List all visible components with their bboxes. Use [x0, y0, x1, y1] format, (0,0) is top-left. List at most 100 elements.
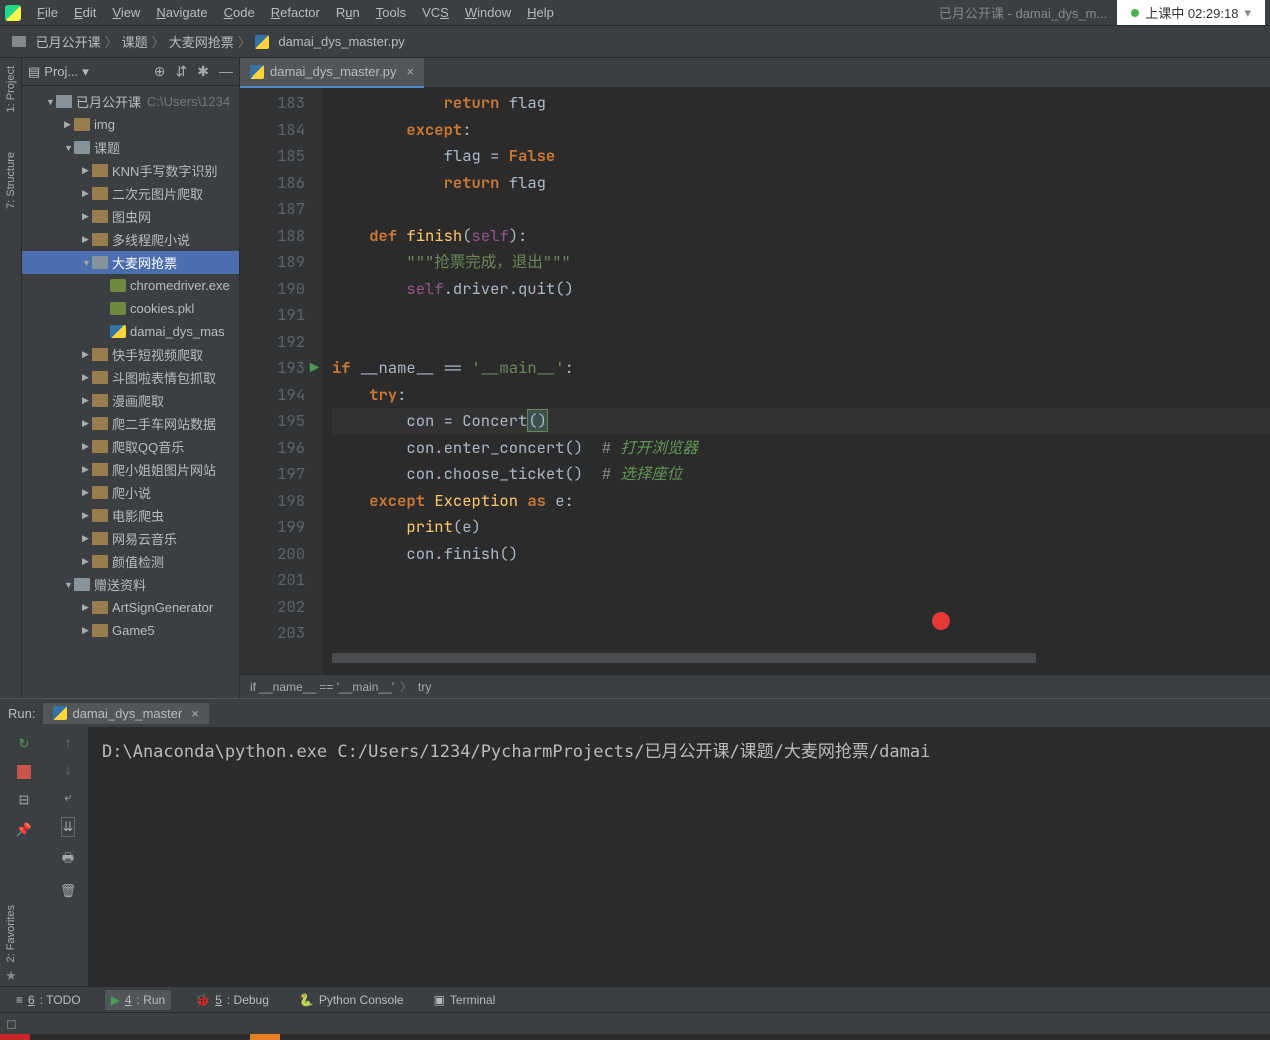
tree-item[interactable]: ▶多线程爬小说	[22, 228, 239, 251]
crumb-scope-2[interactable]: try	[418, 680, 431, 694]
status-text: 上课中 02:29:18	[1145, 3, 1238, 22]
menu-navigate[interactable]: Navigate	[148, 2, 215, 23]
minimize-icon[interactable]: —	[219, 63, 233, 80]
tree-item[interactable]: ▼大麦网抢票	[22, 251, 239, 274]
status-dot-icon	[1131, 9, 1139, 17]
code-editor[interactable]: 183184185186187188189190191192193▶194195…	[240, 88, 1270, 674]
statusbar: ◻	[0, 1012, 1270, 1034]
tree-item[interactable]: ▶快手短视频爬取	[22, 343, 239, 366]
tree-item[interactable]: ▼赠送资料	[22, 573, 239, 596]
editor-breadcrumb: if __name__ == '__main__' 〉 try	[240, 674, 1270, 698]
tree-item[interactable]: ▶img	[22, 113, 239, 136]
close-icon[interactable]: ×	[191, 706, 199, 721]
menu-refactor[interactable]: Refactor	[263, 2, 328, 23]
file-tab[interactable]: damai_dys_master.py ×	[240, 58, 424, 88]
menubar: File Edit View Navigate Code Refactor Ru…	[0, 0, 1270, 26]
tree-item[interactable]: ▶二次元图片爬取	[22, 182, 239, 205]
tree-item[interactable]: ▶ArtSignGenerator	[22, 596, 239, 619]
rail-favorites[interactable]: 2: Favorites	[5, 905, 17, 962]
project-view-selector[interactable]: ▤ Proj... ▾	[28, 64, 89, 80]
tree-item[interactable]: ▶爬小说	[22, 481, 239, 504]
crumb-1[interactable]: 课题	[122, 32, 148, 51]
tree-item[interactable]: ▼课题	[22, 136, 239, 159]
menu-code[interactable]: Code	[216, 2, 263, 23]
tree-item[interactable]: ▶爬取QQ音乐	[22, 435, 239, 458]
run-tab[interactable]: damai_dys_master ×	[43, 703, 208, 724]
run-controls-secondary: ↑ ↓ ⤶ ⇊ 🖶 🗑	[48, 727, 88, 986]
scroll-icon[interactable]: ⇊	[61, 817, 76, 837]
menu-view[interactable]: View	[104, 2, 148, 23]
bottom-tool-bar: ≡ 6: 6: TODOTODO ▶ 4: Run 🐞 5: Debug 🐍 P…	[0, 986, 1270, 1012]
tree-item[interactable]: ▶爬小姐姐图片网站	[22, 458, 239, 481]
tree-item[interactable]: ▶网易云音乐	[22, 527, 239, 550]
run-panel: Run: damai_dys_master × ↻ ⊟ 📌 ↑ ↓ ⤶ ⇊ 🖶 …	[0, 698, 1270, 986]
horizontal-scrollbar[interactable]	[332, 653, 1036, 663]
down-icon[interactable]: ↓	[65, 762, 72, 777]
window-title: 已月公开课 - damai_dys_m...	[929, 3, 1117, 22]
tab-todo[interactable]: ≡ 6: 6: TODOTODO	[10, 990, 87, 1010]
stop-icon[interactable]	[17, 765, 31, 779]
locate-icon[interactable]: ⊕	[154, 63, 166, 80]
project-panel: ▤ Proj... ▾ ⊕ ⇵ ✱ — ▼已月公开课C:\Users\1234▶…	[22, 58, 240, 698]
tab-terminal[interactable]: ▣ Terminal	[428, 990, 502, 1010]
taskbar-strip	[0, 1034, 1270, 1040]
tree-item[interactable]: ▶KNN手写数字识别	[22, 159, 239, 182]
menu-window[interactable]: Window	[457, 2, 519, 23]
menu-file[interactable]: File	[29, 2, 66, 23]
line-gutter: 183184185186187188189190191192193▶194195…	[240, 88, 324, 674]
menu-run[interactable]: Run	[328, 2, 368, 23]
editor-tabs: damai_dys_master.py ×	[240, 58, 1270, 88]
menu-vcs[interactable]: VCS	[414, 2, 457, 23]
chevron-down-icon: ▾	[1244, 5, 1251, 21]
run-label: Run:	[8, 706, 35, 721]
project-icon: ▤	[28, 64, 40, 80]
tab-run[interactable]: ▶ 4: Run	[105, 990, 172, 1010]
tree-item[interactable]: ▶颜值检测	[22, 550, 239, 573]
tab-debug[interactable]: 🐞 5: Debug	[189, 990, 275, 1010]
rail-structure[interactable]: 7: Structure	[5, 152, 17, 209]
tree-item[interactable]: damai_dys_mas	[22, 320, 239, 343]
crumb-3[interactable]: damai_dys_master.py	[255, 34, 405, 49]
tree-item[interactable]: ▶电影爬虫	[22, 504, 239, 527]
project-tree[interactable]: ▼已月公开课C:\Users\1234▶img▼课题▶KNN手写数字识别▶二次元…	[22, 86, 239, 698]
close-icon[interactable]: ×	[406, 64, 414, 79]
breadcrumb: 已月公开课 〉 课题 〉 大麦网抢票 〉 damai_dys_master.py	[0, 26, 1270, 58]
tab-label: damai_dys_master.py	[270, 64, 396, 79]
layout-icon[interactable]: ⊟	[15, 791, 33, 809]
tree-item[interactable]: cookies.pkl	[22, 297, 239, 320]
trash-icon[interactable]: 🗑	[60, 883, 77, 899]
menu-edit[interactable]: Edit	[66, 2, 104, 23]
collapse-icon[interactable]: ⇵	[176, 63, 188, 80]
tree-item[interactable]: ▶图虫网	[22, 205, 239, 228]
tree-item[interactable]: chromedriver.exe	[22, 274, 239, 297]
star-icon: ★	[5, 968, 17, 984]
tree-item[interactable]: ▶漫画爬取	[22, 389, 239, 412]
code-body[interactable]: return flag except: flag = False return …	[324, 88, 1270, 674]
wrap-icon[interactable]: ⤶	[64, 789, 71, 805]
tree-item[interactable]: ▼已月公开课C:\Users\1234	[22, 90, 239, 113]
menu-tools[interactable]: Tools	[368, 2, 414, 23]
crumb-root[interactable]: 已月公开课	[12, 32, 101, 51]
tree-item[interactable]: ▶斗图啦表情包抓取	[22, 366, 239, 389]
statusbar-icon[interactable]: ◻	[6, 1016, 17, 1032]
annotation-dot	[932, 612, 950, 630]
settings-icon[interactable]: ✱	[197, 63, 209, 80]
run-output[interactable]: D:\Anaconda\python.exe C:/Users/1234/Pyc…	[88, 727, 1270, 986]
pycharm-icon	[5, 5, 21, 21]
rerun-icon[interactable]: ↻	[15, 735, 33, 753]
favorites-rail: 2: Favorites ★	[0, 834, 22, 984]
menu-help[interactable]: Help	[519, 2, 562, 23]
tree-item[interactable]: ▶爬二手车网站数据	[22, 412, 239, 435]
python-file-icon	[250, 65, 264, 79]
crumb-2[interactable]: 大麦网抢票	[169, 32, 234, 51]
python-icon	[53, 706, 67, 720]
tab-python-console[interactable]: 🐍 Python Console	[293, 990, 410, 1010]
left-rail: 1: Project 7: Structure	[0, 58, 22, 698]
crumb-scope-1[interactable]: if __name__ == '__main__'	[250, 680, 394, 694]
print-icon[interactable]: 🖶	[62, 849, 74, 871]
chevron-down-icon: ▾	[82, 64, 89, 80]
recording-status[interactable]: 上课中 02:29:18 ▾	[1117, 0, 1265, 25]
up-icon[interactable]: ↑	[65, 735, 72, 750]
tree-item[interactable]: ▶Game5	[22, 619, 239, 642]
rail-project[interactable]: 1: Project	[5, 66, 17, 112]
